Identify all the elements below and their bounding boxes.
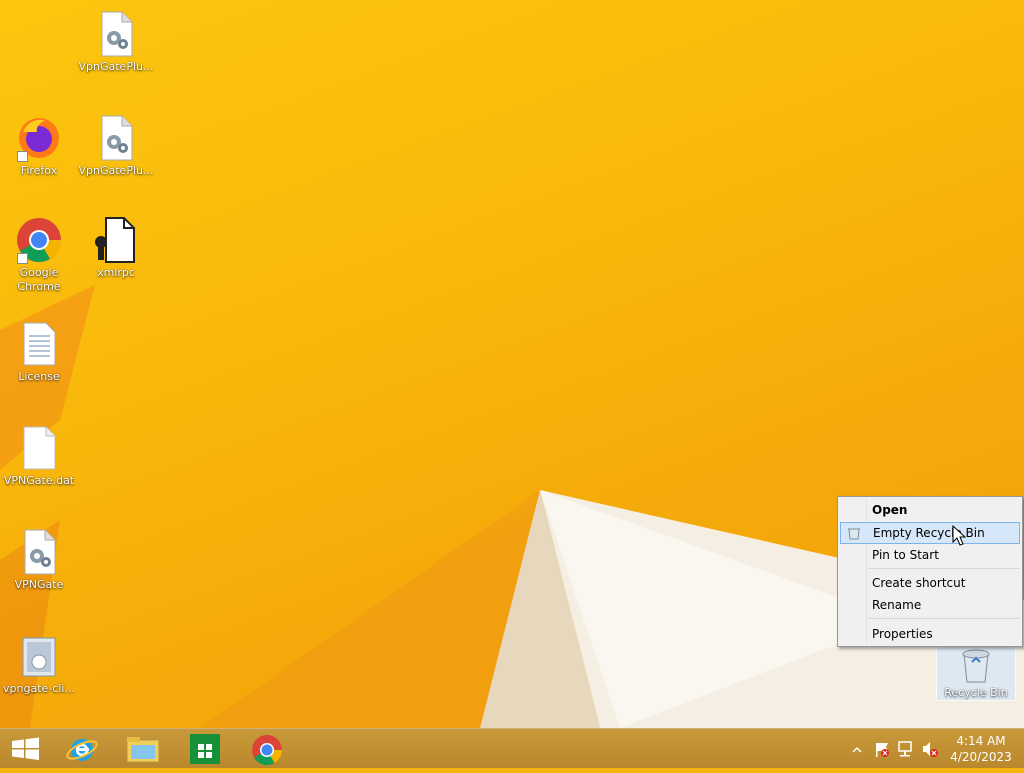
start-button[interactable] <box>0 731 56 767</box>
text-file-icon <box>15 320 63 368</box>
clock-date: 4/20/2023 <box>950 750 1012 764</box>
taskbar-chrome-button[interactable] <box>239 731 295 767</box>
desktop-icon-label: Recycle Bin <box>944 686 1008 699</box>
taskbar-internet-explorer-button[interactable] <box>54 731 110 767</box>
shortcut-arrow-icon <box>17 151 28 162</box>
desktop-icon-vpngate-dat[interactable]: VPNGate.dat <box>0 424 78 488</box>
desktop-icon-recycle-bin[interactable]: Recycle Bin <box>936 645 1016 701</box>
menu-item-rename[interactable]: Rename <box>840 594 1020 616</box>
desktop-icon-label: VPNGate <box>14 578 64 591</box>
action-center-flag-icon <box>876 743 889 757</box>
recycle-bin-icon <box>952 646 1000 684</box>
desktop-icon-label: VpnGatePlu... <box>78 164 154 177</box>
desktop-icon-vpngate-client[interactable]: vpngate-cli... <box>0 632 78 696</box>
desktop-icon-label: vpngate-cli... <box>3 682 75 695</box>
desktop-icon-label: VPNGate.dat <box>3 474 75 487</box>
desktop-icon-vpngateplugin-1[interactable]: VpnGatePlu... <box>77 10 155 74</box>
taskbar-store-button[interactable] <box>177 731 233 767</box>
network-icon <box>898 741 912 757</box>
installer-icon <box>15 632 63 680</box>
settings-file-icon <box>15 528 63 576</box>
wrench-file-icon <box>92 216 140 264</box>
network-tray-icon[interactable] <box>896 729 916 769</box>
desktop-icon-vpngate[interactable]: VPNGate <box>0 528 78 592</box>
empty-bin-icon <box>846 526 862 546</box>
chevron-up-icon <box>852 746 862 753</box>
menu-item-open[interactable]: Open <box>840 499 1020 521</box>
menu-item-properties[interactable]: Properties <box>840 623 1020 645</box>
desktop-icon-label: VpnGatePlu... <box>78 60 154 73</box>
chrome-icon <box>15 216 63 264</box>
taskbar-file-explorer-button[interactable] <box>115 731 171 767</box>
desktop-icon-license[interactable]: License <box>0 320 78 384</box>
taskbar: 4:14 AM 4/20/2023 <box>0 728 1024 768</box>
folder-icon <box>126 737 160 763</box>
volume-tray-icon[interactable] <box>920 729 940 769</box>
mouse-cursor-icon <box>952 525 966 546</box>
volume-muted-icon <box>923 742 938 757</box>
desktop[interactable]: VpnGatePlu... Firefox VpnGatePlu... Goog… <box>0 0 1024 728</box>
firefox-icon <box>15 114 63 162</box>
menu-separator <box>868 618 1020 619</box>
desktop-icon-xmlrpc[interactable]: xmlrpc <box>77 216 155 280</box>
chrome-icon <box>252 735 282 766</box>
ie-icon <box>66 739 98 761</box>
desktop-icon-firefox[interactable]: Firefox <box>0 114 78 178</box>
menu-separator <box>868 568 1020 569</box>
context-menu: Open Empty Recycle Bin Pin to Start Crea… <box>837 496 1023 647</box>
desktop-icon-label: Firefox <box>20 164 58 177</box>
shortcut-arrow-icon <box>17 253 28 264</box>
show-hidden-icons-button[interactable] <box>850 729 864 769</box>
windows-logo-icon <box>12 737 39 760</box>
menu-item-empty-recycle-bin[interactable]: Empty Recycle Bin <box>840 522 1020 544</box>
desktop-icon-google-chrome[interactable]: Google Chrome <box>0 216 78 294</box>
action-center-tray-icon[interactable] <box>872 729 892 769</box>
desktop-icon-vpngateplugin-2[interactable]: VpnGatePlu... <box>77 114 155 178</box>
settings-file-icon <box>92 10 140 58</box>
store-icon <box>190 734 220 764</box>
desktop-icon-label: License <box>18 370 60 383</box>
blank-file-icon <box>15 424 63 472</box>
clock-time: 4:14 AM <box>956 734 1006 748</box>
desktop-icon-label: Google Chrome <box>17 266 61 293</box>
settings-file-icon <box>92 114 140 162</box>
desktop-icon-label: xmlrpc <box>97 266 135 279</box>
menu-item-pin-to-start[interactable]: Pin to Start <box>840 544 1020 566</box>
menu-item-label: Empty Recycle Bin <box>873 526 985 540</box>
taskbar-clock[interactable]: 4:14 AM 4/20/2023 <box>945 733 1017 765</box>
menu-item-create-shortcut[interactable]: Create shortcut <box>840 572 1020 594</box>
